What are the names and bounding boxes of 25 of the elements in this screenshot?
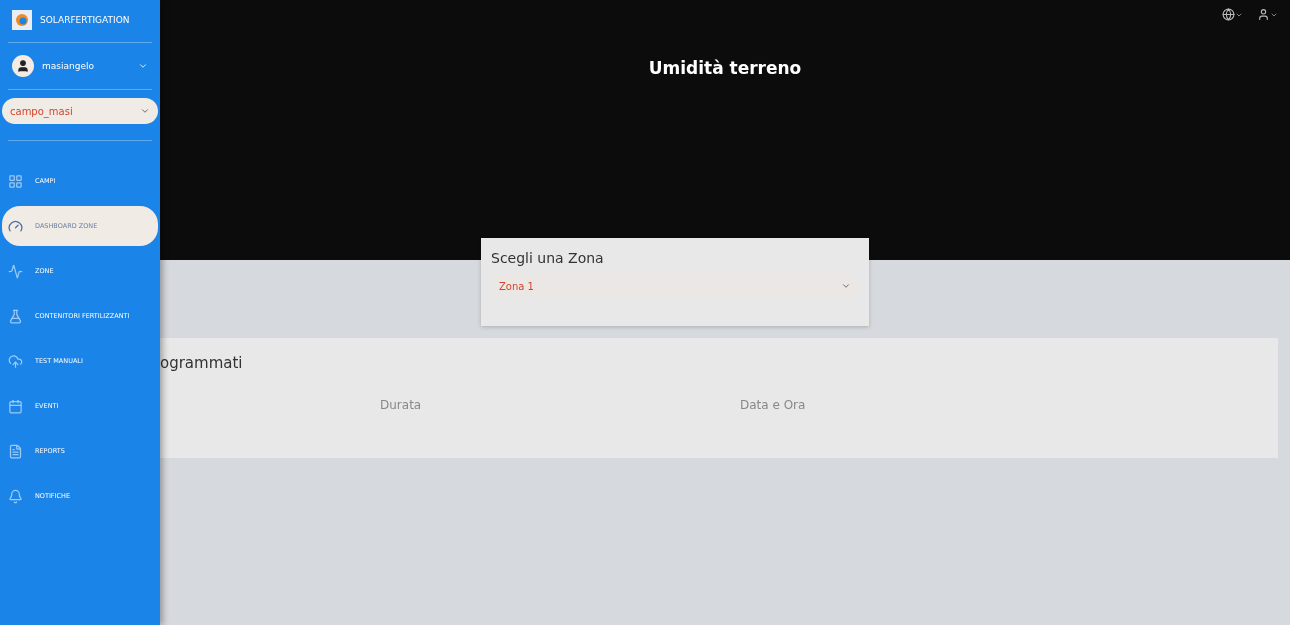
user-name[interactable]: masiangelo: [42, 61, 94, 71]
bell-icon: [8, 488, 23, 504]
brand-name: SOLARFERTIGATION: [40, 15, 130, 25]
page-title: Umidità terreno: [648, 58, 802, 80]
globe-icon: [1222, 8, 1235, 21]
zone-select[interactable]: Zona 1: [491, 274, 859, 298]
grid-icon: [8, 173, 23, 189]
column-header: Data e Ora: [740, 398, 807, 412]
account-button[interactable]: [1257, 8, 1278, 21]
card-title: ogrammati: [160, 354, 244, 372]
calendar-icon: [8, 398, 23, 414]
user-icon: [1257, 8, 1270, 21]
caret-icon: [841, 281, 851, 291]
avatar-icon: [12, 55, 34, 77]
column-header: Durata: [380, 398, 423, 412]
field-select[interactable]: campo_masi: [2, 98, 158, 124]
logo-icon: [12, 10, 32, 30]
caret-icon: [140, 106, 150, 116]
gauge-icon: [8, 218, 23, 234]
document-icon: [8, 443, 23, 459]
flask-icon: [8, 308, 23, 324]
cloud-upload-icon: [8, 353, 23, 369]
language-button[interactable]: [1222, 8, 1243, 21]
card-title: Scegli una Zona: [491, 250, 605, 266]
pulse-icon: [8, 263, 23, 279]
